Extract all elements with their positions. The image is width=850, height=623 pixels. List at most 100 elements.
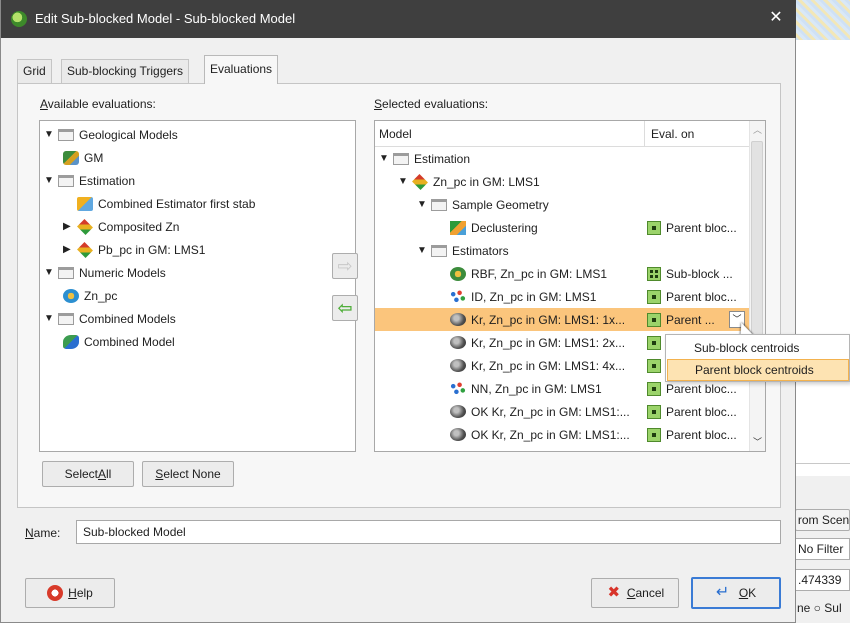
- help-button[interactable]: Help: [25, 578, 115, 608]
- add-evaluation-button[interactable]: ⇨: [332, 253, 358, 279]
- close-icon[interactable]: ✕: [767, 8, 785, 28]
- tree-item-combined-estimator[interactable]: Combined Estimator first stab: [77, 192, 255, 215]
- eval-on-cell[interactable]: Parent bloc...: [647, 423, 737, 446]
- expand-arrow-icon[interactable]: ▼: [417, 245, 427, 256]
- tree-item-pb-pc[interactable]: ▶ Pb_pc in GM: LMS1: [63, 238, 205, 261]
- eval-on-cell[interactable]: Parent bloc...: [647, 285, 737, 308]
- eval-on-cell[interactable]: Sub-block ...: [647, 262, 733, 285]
- kriging-estimator-icon: [450, 313, 466, 326]
- folder-icon: [58, 266, 74, 279]
- dropdown-option-parent-block-centroids[interactable]: Parent block centroids: [667, 359, 849, 381]
- edit-sub-blocked-model-dialog: Edit Sub-blocked Model - Sub-blocked Mod…: [0, 0, 796, 623]
- remove-evaluation-button[interactable]: ⇦: [332, 295, 358, 321]
- value-field[interactable]: .474339: [795, 569, 850, 591]
- cancel-button[interactable]: ✖ Cancel: [591, 578, 679, 608]
- table-row-kr-2x[interactable]: Kr, Zn_pc in GM: LMS1: 2x...: [450, 331, 625, 354]
- tree-item-geological-models[interactable]: ▼ Geological Models: [44, 123, 178, 146]
- table-row-estimation[interactable]: ▼ Estimation: [379, 147, 470, 170]
- numeric-model-icon: [63, 288, 79, 303]
- parent-block-icon: [647, 427, 661, 442]
- tab-evaluations[interactable]: Evaluations: [204, 55, 279, 84]
- scroll-up-icon[interactable]: ︿: [753, 123, 762, 136]
- expand-arrow-icon[interactable]: ▼: [44, 313, 54, 324]
- tab-sub-blocking-triggers[interactable]: Sub-blocking Triggers: [61, 59, 190, 83]
- expand-arrow-icon[interactable]: ▼: [44, 267, 54, 278]
- expand-arrow-icon[interactable]: ▼: [44, 129, 54, 140]
- tree-item-gm[interactable]: GM: [63, 146, 103, 169]
- table-row-partial: [450, 446, 471, 452]
- table-row-rbf[interactable]: RBF, Zn_pc in GM: LMS1: [450, 262, 607, 285]
- declustering-icon: [450, 220, 466, 235]
- table-row-zn-pc-domain[interactable]: ▼ Zn_pc in GM: LMS1: [398, 170, 540, 193]
- ok-button[interactable]: ↵ O K: [691, 577, 781, 609]
- geological-model-icon: [63, 150, 79, 165]
- collapse-arrow-icon[interactable]: ▶: [63, 244, 73, 255]
- column-header-model[interactable]: Model: [379, 127, 412, 141]
- parent-block-icon: [647, 335, 661, 350]
- folder-icon: [58, 312, 74, 325]
- parent-block-icon: [647, 358, 661, 373]
- table-row-sample-geometry[interactable]: ▼ Sample Geometry: [417, 193, 549, 216]
- id-estimator-icon: [450, 289, 466, 304]
- title-bar: Edit Sub-blocked Model - Sub-blocked Mod…: [1, 0, 796, 38]
- eval-on-dropdown: Sub-block centroids Parent block centroi…: [665, 334, 850, 382]
- name-label: Name:: [25, 526, 61, 540]
- tab-grid[interactable]: Grid: [17, 59, 52, 83]
- scrollbar-thumb[interactable]: [751, 141, 763, 355]
- dialog-title: Edit Sub-blocked Model - Sub-blocked Mod…: [35, 11, 296, 26]
- eval-on-cell[interactable]: [647, 354, 666, 377]
- parent-block-icon: [647, 404, 661, 419]
- table-row-ok-kr-2[interactable]: OK Kr, Zn_pc in GM: LMS1:...: [450, 423, 630, 446]
- kriging-estimator-icon: [450, 336, 466, 349]
- table-row-estimators[interactable]: ▼ Estimators: [417, 239, 509, 262]
- kriging-estimator-icon: [450, 451, 466, 452]
- background-separator: [795, 463, 850, 464]
- table-row-kr-1x[interactable]: Kr, Zn_pc in GM: LMS1: 1x...: [450, 308, 625, 331]
- eval-on-cell[interactable]: [647, 331, 666, 354]
- lifebuoy-icon: [47, 585, 64, 601]
- table-row-nn[interactable]: NN, Zn_pc in GM: LMS1: [450, 377, 602, 400]
- select-none-button[interactable]: Select None: [142, 461, 234, 487]
- kriging-estimator-icon: [450, 428, 466, 441]
- table-row-kr-4x[interactable]: Kr, Zn_pc in GM: LMS1: 4x...: [450, 354, 625, 377]
- table-row-ok-kr-1[interactable]: OK Kr, Zn_pc in GM: LMS1:...: [450, 400, 630, 423]
- scroll-down-icon[interactable]: ﹀: [753, 435, 762, 448]
- eval-on-cell[interactable]: Parent bloc...: [647, 216, 737, 239]
- expand-arrow-icon[interactable]: ▼: [44, 175, 54, 186]
- kriging-estimator-icon: [450, 359, 466, 372]
- folder-icon: [431, 198, 447, 211]
- rbf-estimator-icon: [450, 266, 466, 281]
- table-row-declustering[interactable]: Declustering: [450, 216, 538, 239]
- filter-select[interactable]: No Filter: [795, 538, 850, 560]
- eval-on-cell[interactable]: Parent bloc...: [647, 400, 737, 423]
- from-scene-button[interactable]: rom Scen: [795, 509, 850, 531]
- parent-block-icon: [647, 312, 661, 327]
- expand-arrow-icon[interactable]: ▼: [379, 153, 389, 164]
- ok-arrow-icon: ↵: [715, 584, 730, 601]
- available-evaluations-tree[interactable]: ▼ Geological Models GM ▼ Estimation Combin…: [39, 120, 356, 452]
- scene-view-texture: [795, 0, 850, 40]
- expand-arrow-icon[interactable]: ▼: [398, 176, 408, 187]
- folder-icon: [431, 244, 447, 257]
- dropdown-option-sub-block-centroids[interactable]: Sub-block centroids: [667, 337, 849, 359]
- eval-on-cell-editing[interactable]: Parent ...: [647, 308, 715, 331]
- tree-item-combined-models[interactable]: ▼ Combined Models: [44, 307, 176, 330]
- parent-block-icon: [647, 220, 661, 235]
- app-icon: [11, 11, 27, 27]
- collapse-arrow-icon[interactable]: ▶: [63, 221, 73, 232]
- available-evaluations-label: Available evaluations:: [40, 97, 156, 111]
- table-row-id[interactable]: ID, Zn_pc in GM: LMS1: [450, 285, 596, 308]
- expand-arrow-icon[interactable]: ▼: [417, 199, 427, 210]
- tree-item-estimation[interactable]: ▼ Estimation: [44, 169, 135, 192]
- select-all-button[interactable]: Select All: [42, 461, 134, 487]
- tree-item-composited-zn[interactable]: ▶ Composited Zn: [63, 215, 179, 238]
- combined-estimator-icon: [77, 196, 93, 211]
- parent-block-icon: [647, 381, 661, 396]
- tree-item-combined-model[interactable]: Combined Model: [63, 330, 175, 353]
- name-input[interactable]: Sub-blocked Model: [76, 520, 781, 544]
- radio-options[interactable]: ne ○ Sul: [795, 598, 850, 620]
- selected-evaluations-table[interactable]: Model Eval. on ▼ Estimation ▼ Zn_pc in GM:…: [374, 120, 766, 452]
- column-header-eval-on[interactable]: Eval. on: [651, 127, 694, 141]
- tree-item-zn-pc[interactable]: Zn_pc: [63, 284, 117, 307]
- tree-item-numeric-models[interactable]: ▼ Numeric Models: [44, 261, 166, 284]
